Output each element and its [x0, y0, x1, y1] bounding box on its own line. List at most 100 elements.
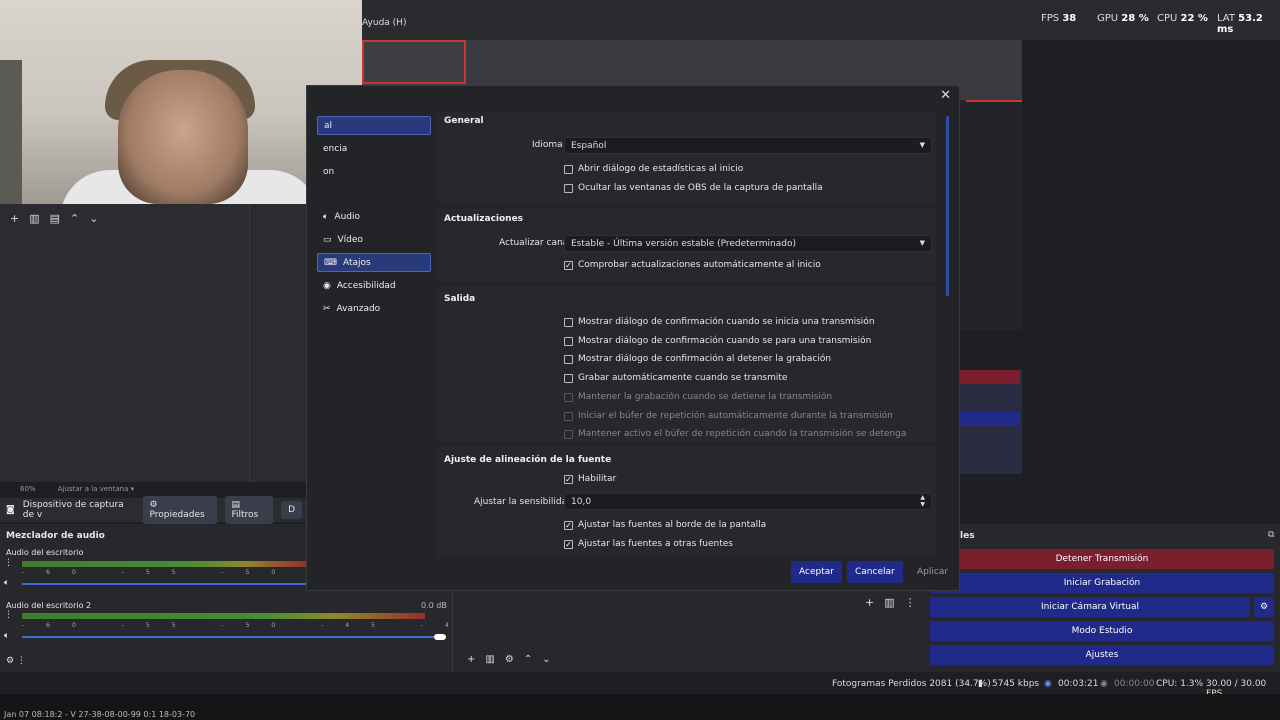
- webcam-person-face: [118, 70, 248, 204]
- up-arrow-icon[interactable]: ⌃: [70, 212, 79, 225]
- menu-icon[interactable]: ⋮: [905, 596, 916, 609]
- output-option-checkbox[interactable]: [564, 336, 573, 346]
- cancel-button[interactable]: Cancelar: [847, 561, 903, 583]
- output-title: Salida: [444, 294, 476, 304]
- transitions-dock: + ▥ ⚙ ⌃ ⌄ + ▥ ⋮: [452, 590, 932, 672]
- language-select[interactable]: Español ▼: [564, 137, 932, 154]
- output-option-checkbox[interactable]: [564, 318, 573, 327]
- track-2-name: Audio del escritorio 2: [6, 601, 92, 610]
- track-1-volume-slider[interactable]: [22, 583, 306, 585]
- right-thumbnail: [960, 370, 1022, 474]
- source-name: Dispositivo de captura de v: [22, 500, 124, 520]
- down-arrow-icon[interactable]: ⌄: [542, 654, 550, 665]
- trash-icon[interactable]: ▥: [29, 212, 39, 225]
- sources-dock: [250, 204, 308, 482]
- track-2-menu-icon[interactable]: ⋮: [4, 610, 13, 620]
- filter-icon[interactable]: ▤: [50, 212, 60, 225]
- settings-button[interactable]: Ajustes: [930, 645, 1274, 665]
- cpu-stat: CPU 22 %: [1157, 13, 1208, 24]
- preview-redline: [966, 100, 1022, 102]
- settings-dialog: ✕ al encia on 🔈︎ Audio ▭ Vídeo ⌨ Atajos ◉ Ac…: [306, 85, 960, 591]
- snap-sources-checkbox[interactable]: ✓: [564, 540, 573, 549]
- output-option-checkbox[interactable]: [564, 355, 573, 365]
- gear-icon[interactable]: ⚙: [505, 654, 514, 665]
- output-option-checkbox[interactable]: [564, 374, 573, 384]
- nav-stream[interactable]: on: [317, 162, 431, 181]
- snap-screen-label: Ajustar las fuentes al borde de la panta…: [578, 520, 767, 530]
- track-2-volume-slider[interactable]: [22, 636, 442, 638]
- language-label: Idioma: [532, 140, 563, 150]
- add-icon[interactable]: +: [865, 596, 874, 609]
- status-bar: Fotogramas Perdidos 2081 (34.7%) ▮ 5745 …: [0, 674, 1280, 699]
- channel-select[interactable]: Estable - Última versión estable (Predet…: [564, 235, 932, 252]
- apply-button[interactable]: Aplicar: [909, 561, 956, 583]
- output-option-checkbox: [564, 411, 573, 421]
- filters-button[interactable]: ▤ Filtros: [224, 496, 274, 524]
- help-menu[interactable]: Ayuda (H): [362, 18, 406, 28]
- stream-time: 00:03:21: [1058, 679, 1099, 689]
- accessibility-icon: ◉: [323, 280, 331, 291]
- updates-group: Actualizaciones Actualizar canal Estable…: [437, 209, 937, 281]
- mixer-settings-icon[interactable]: ⚙ ⋮: [6, 656, 26, 666]
- accept-button[interactable]: Aceptar: [791, 561, 842, 583]
- trash-icon[interactable]: ▥: [884, 596, 894, 609]
- general-group: General Idioma Español ▼ Abrir diálogo de…: [437, 111, 937, 203]
- nav-video[interactable]: ▭ Vídeo: [317, 230, 431, 249]
- close-icon[interactable]: ✕: [940, 88, 951, 103]
- add-icon[interactable]: +: [467, 654, 475, 665]
- webcam-door: [0, 60, 22, 204]
- chevron-down-icon: ▼: [919, 141, 925, 149]
- zoom-value[interactable]: 60%: [20, 485, 36, 493]
- source-toolbar: ◙ Dispositivo de captura de v ⚙ Propieda…: [0, 496, 308, 524]
- track-2-speaker-icon[interactable]: 🔈︎: [4, 631, 9, 641]
- nav-advanced[interactable]: ✂ Avanzado: [317, 299, 431, 318]
- nav-hotkeys[interactable]: ⌨ Atajos: [317, 253, 431, 272]
- signal-icon: ▮: [978, 679, 983, 689]
- spin-arrows-icon[interactable]: ▲ ▼: [920, 494, 925, 508]
- start-record-button[interactable]: Iniciar Grabación: [930, 573, 1274, 593]
- snap-screen-checkbox[interactable]: ✓: [564, 521, 573, 530]
- dock-expand-icon[interactable]: ⧉: [1268, 530, 1274, 540]
- track-1-menu-icon[interactable]: ⋮: [4, 558, 13, 568]
- output-option-label: Mostrar diálogo de confirmación cuando s…: [578, 317, 875, 327]
- speaker-icon: 🔈︎: [323, 211, 329, 222]
- transition-tools: + ▥ ⋮: [865, 596, 916, 609]
- keyboard-icon: ⌨: [324, 257, 337, 268]
- track-1-meter: [22, 561, 306, 567]
- tools-icon: ✂: [323, 303, 331, 314]
- up-arrow-icon[interactable]: ⌃: [524, 654, 532, 665]
- add-icon[interactable]: +: [10, 212, 19, 225]
- output-option-checkbox: [564, 430, 573, 440]
- bitrate: 5745 kbps: [992, 679, 1040, 689]
- properties-button[interactable]: ⚙ Propiedades: [142, 496, 217, 524]
- stats-checkbox[interactable]: [564, 165, 573, 174]
- track-1-speaker-icon[interactable]: 🔈︎: [4, 578, 9, 588]
- nav-audio[interactable]: 🔈︎ Audio: [317, 207, 431, 226]
- monitor-icon: ▭: [323, 234, 332, 245]
- down-arrow-icon[interactable]: ⌄: [89, 212, 98, 225]
- sensitivity-spinbox[interactable]: 10,0 ▲ ▼: [564, 493, 932, 510]
- settings-scrollbar[interactable]: [946, 116, 949, 296]
- nav-appearance[interactable]: encia: [317, 139, 431, 158]
- output-option-label: Mantener activo el búfer de repetición c…: [578, 429, 907, 440]
- chevron-down-icon[interactable]: ▾: [131, 485, 135, 493]
- fit-window[interactable]: Ajustar a la ventana: [58, 485, 129, 493]
- stop-stream-button[interactable]: Detener Transmisión: [930, 549, 1274, 569]
- nav-accessibility[interactable]: ◉ Accesibilidad: [317, 276, 431, 295]
- vcam-gear-icon[interactable]: ⚙: [1254, 597, 1274, 617]
- auto-update-label: Comprobar actualizaciones automáticament…: [578, 260, 821, 270]
- settings-nav: al encia on 🔈︎ Audio ▭ Vídeo ⌨ Atajos ◉ Acce…: [307, 114, 435, 584]
- sensitivity-label: Ajustar la sensibilidad: [474, 497, 573, 507]
- track-2-volume-knob[interactable]: [434, 634, 446, 640]
- nav-general[interactable]: al: [317, 116, 431, 135]
- gpu-stat: GPU 28 %: [1097, 13, 1149, 24]
- auto-update-checkbox[interactable]: ✓: [564, 261, 573, 270]
- hide-windows-checkbox[interactable]: [564, 184, 573, 193]
- more-button[interactable]: D: [281, 501, 302, 519]
- start-vcam-button[interactable]: Iniciar Cámara Virtual: [930, 597, 1250, 617]
- trash-icon[interactable]: ▥: [485, 654, 494, 665]
- snap-enable-checkbox[interactable]: ✓: [564, 475, 573, 484]
- camera-icon: ◙: [6, 505, 15, 515]
- track-1-name: Audio del escritorio: [6, 548, 84, 557]
- studio-mode-button[interactable]: Modo Estudio: [930, 621, 1274, 641]
